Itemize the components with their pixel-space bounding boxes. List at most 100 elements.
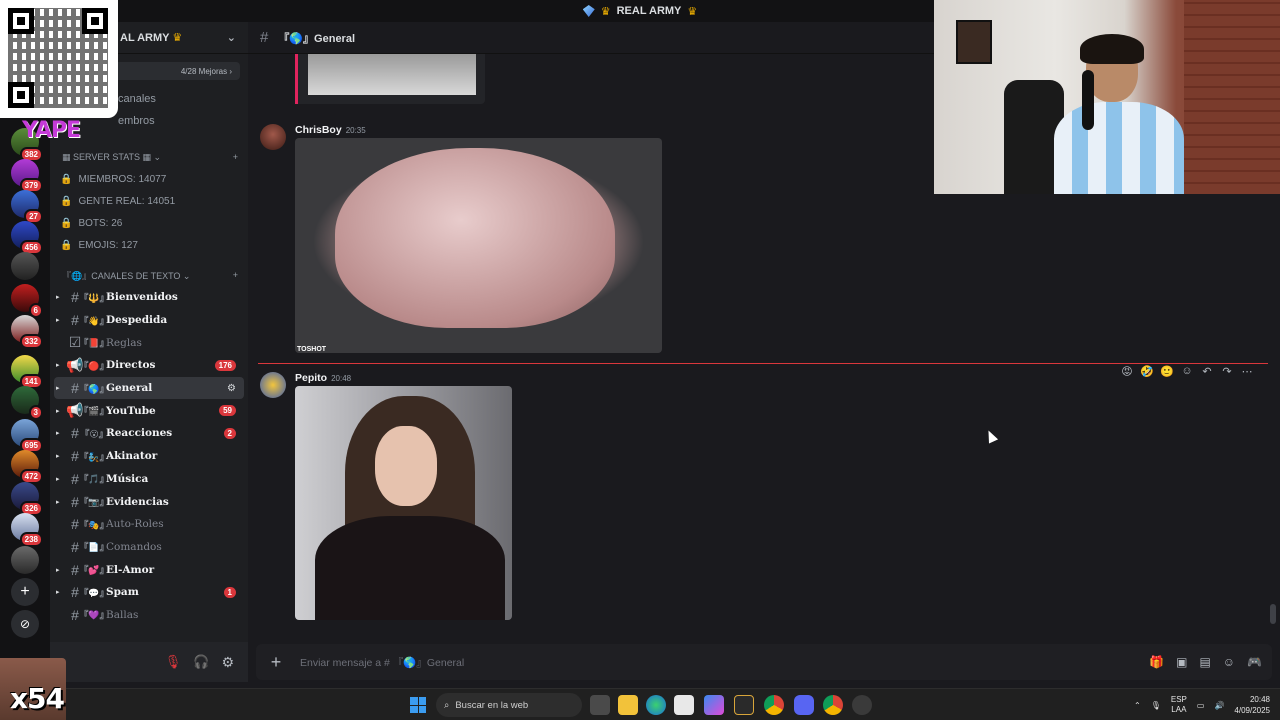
- server-icon[interactable]: 456: [11, 221, 43, 255]
- add-attachment-button[interactable]: +: [266, 652, 286, 673]
- channel-spam[interactable]: ▸ # 『💬』 Spam 1: [54, 581, 244, 604]
- apps-icon[interactable]: 🎮: [1247, 655, 1262, 669]
- channel-settings-icon[interactable]: ⚙: [227, 383, 236, 394]
- stat-channel[interactable]: 🔒 MIEMBROS: 14077: [50, 168, 248, 190]
- channel-despedida[interactable]: ▸ # 『👋』 Despedida: [54, 309, 244, 332]
- lock-icon: 🔒: [60, 195, 73, 207]
- server-icon[interactable]: 238: [11, 513, 43, 547]
- windows-taskbar: ⌕ Buscar en la web ⌃ 🎙 ESP LAA ▭ 🔊 20:48 4…: [0, 688, 1280, 720]
- emoji-icon[interactable]: ☺: [1223, 655, 1235, 669]
- add-reaction-icon[interactable]: ☺: [1180, 365, 1194, 377]
- stat-channel[interactable]: 🔒 EMOJIS: 127: [50, 234, 248, 256]
- gift-icon[interactable]: 🎁: [1149, 655, 1164, 669]
- server-icon[interactable]: 695: [11, 419, 43, 453]
- message-author[interactable]: Pepito 20:48: [295, 372, 351, 384]
- server-icon[interactable]: 3: [11, 386, 43, 420]
- channel-reglas[interactable]: ☑ 『📕』 Reglas: [54, 331, 244, 354]
- stat-channel[interactable]: 🔒 BOTS: 26: [50, 212, 248, 234]
- channel-bienvenidos[interactable]: ▸ # 『🔱』 Bienvenidos: [54, 286, 244, 309]
- channel-reacciones[interactable]: ▸ # 『😮』 Reacciones 2: [54, 422, 244, 445]
- discord-icon[interactable]: [794, 695, 814, 715]
- stat-channel[interactable]: 🔒 GENTE REAL: 14051: [50, 190, 248, 212]
- language-indicator[interactable]: ESP LAA: [1171, 695, 1187, 715]
- server-icon[interactable]: 326: [11, 482, 43, 516]
- mic-muted-icon[interactable]: 🎙: [165, 654, 182, 670]
- brick-wall: [1184, 0, 1280, 194]
- microphone: [1082, 70, 1094, 130]
- network-icon[interactable]: ▭: [1197, 701, 1205, 710]
- server-icon[interactable]: 379: [11, 159, 43, 193]
- embed-image[interactable]: [308, 54, 476, 95]
- channel-musica[interactable]: ▸ # 『🎵』 Música: [54, 468, 244, 491]
- file-explorer-icon[interactable]: [618, 695, 638, 715]
- add-channel-icon[interactable]: +: [233, 152, 238, 162]
- server-icon[interactable]: 27: [11, 190, 43, 224]
- forward-icon[interactable]: ↷: [1220, 365, 1234, 378]
- channel-youtube[interactable]: ▸ 📢 『🎬』 YouTube 59: [54, 399, 244, 422]
- new-messages-divider: [258, 363, 1268, 364]
- gif-icon[interactable]: ▣: [1176, 655, 1187, 669]
- chrome-icon[interactable]: [823, 695, 843, 715]
- server-gem-icon: [582, 5, 595, 17]
- edge-icon[interactable]: [646, 695, 666, 715]
- reaction-icon[interactable]: 🤣: [1140, 365, 1154, 378]
- chevron-up-icon[interactable]: ⌃: [1134, 701, 1141, 710]
- explore-servers-button[interactable]: ⊘: [11, 610, 39, 638]
- copilot-icon[interactable]: [704, 695, 724, 715]
- server-icon[interactable]: 472: [11, 450, 43, 484]
- more-icon[interactable]: ⋯: [1240, 365, 1254, 378]
- channel-comandos[interactable]: # 『📄』 Comandos: [54, 536, 244, 559]
- channel-title: General: [314, 32, 356, 45]
- reply-icon[interactable]: ↶: [1200, 365, 1214, 378]
- message-image[interactable]: TOSHOT: [295, 138, 662, 353]
- channel-evidencias[interactable]: ▸ # 『📷』 Evidencias: [54, 490, 244, 513]
- server-icon[interactable]: [11, 546, 39, 574]
- message-input[interactable]: Enviar mensaje a # 『🌎』General: [300, 655, 1135, 670]
- window-title: REAL ARMY: [616, 5, 682, 17]
- lock-icon: 🔒: [60, 173, 73, 185]
- server-icon[interactable]: 332: [11, 315, 43, 349]
- volume-icon[interactable]: 🔊: [1214, 701, 1224, 710]
- image-caption: TOSHOT: [297, 346, 327, 353]
- windows-start-icon[interactable]: [410, 697, 426, 713]
- clock[interactable]: 20:48 4/09/2025: [1234, 694, 1270, 716]
- gear-icon[interactable]: ⚙: [221, 654, 234, 671]
- reaction-icon[interactable]: 😡: [1120, 365, 1134, 378]
- server-icon[interactable]: 6: [11, 284, 43, 318]
- avatar[interactable]: [260, 124, 286, 150]
- add-server-button[interactable]: +: [11, 578, 39, 606]
- message-actions: 😡 🤣 🙂 ☺ ↶ ↷ ⋯: [1120, 362, 1254, 380]
- sticker-icon[interactable]: ▤: [1199, 655, 1210, 669]
- user-panel: 🎙 🎧 ⚙: [50, 642, 248, 682]
- obs-icon[interactable]: [852, 695, 872, 715]
- mic-icon[interactable]: 🎙: [1151, 701, 1161, 710]
- channel-directos[interactable]: ▸ 📢 『🔴』 Directos 176: [54, 354, 244, 377]
- deafen-icon[interactable]: 🎧: [193, 654, 209, 670]
- category-text-channels[interactable]: 『🌐』CANALES DE TEXTO ⌄ +: [50, 264, 248, 286]
- message-composer[interactable]: + Enviar mensaje a # 『🌎』General 🎁 ▣ ▤ ☺ …: [256, 644, 1272, 680]
- reaction-icon[interactable]: 🙂: [1160, 365, 1174, 378]
- category-server-stats[interactable]: ▦ SERVER STATS ▦ ⌄ +: [50, 146, 248, 168]
- server-icon[interactable]: 141: [11, 355, 43, 389]
- chrome-icon[interactable]: [764, 695, 784, 715]
- taskbar-search[interactable]: ⌕ Buscar en la web: [436, 693, 582, 717]
- channel-ballas[interactable]: # 『💜』 Ballas: [54, 604, 244, 627]
- chat-scrollbar[interactable]: [1270, 604, 1276, 624]
- channel-auto-roles[interactable]: # 『🎭』 Auto-Roles: [54, 513, 244, 536]
- search-icon: ⌕: [444, 699, 450, 711]
- channel-general[interactable]: ▸ # 『🌎』 General ⚙: [54, 376, 244, 400]
- app-icon[interactable]: [734, 695, 754, 715]
- avatar[interactable]: [260, 372, 286, 398]
- message-author[interactable]: ChrisBoy 20:35: [295, 124, 366, 136]
- store-icon[interactable]: [674, 695, 694, 715]
- message-image[interactable]: [295, 386, 512, 620]
- task-view-icon[interactable]: [590, 695, 610, 715]
- server-icon[interactable]: [11, 252, 39, 280]
- server-name: AL ARMY: [120, 32, 170, 44]
- channel-akinator[interactable]: ▸ # 『🧞』 Akinator: [54, 445, 244, 468]
- person-face: [375, 426, 437, 506]
- yape-logo: YAPE: [22, 118, 81, 143]
- channel-el-amor[interactable]: ▸ # 『💕』 El-Amor: [54, 558, 244, 581]
- add-channel-icon[interactable]: +: [233, 270, 238, 280]
- blobfish-shape: [335, 148, 615, 328]
